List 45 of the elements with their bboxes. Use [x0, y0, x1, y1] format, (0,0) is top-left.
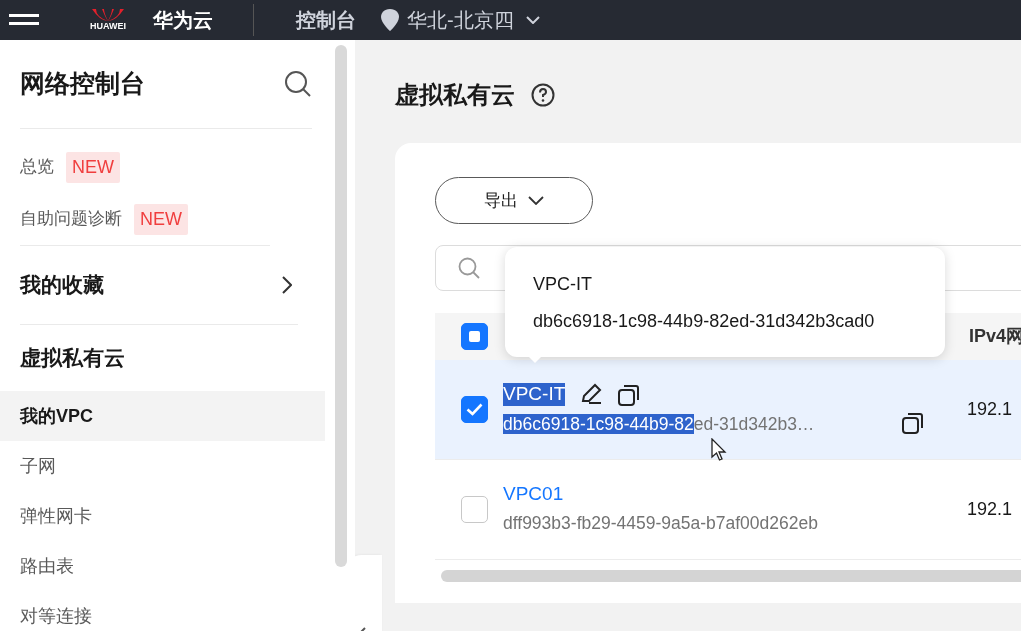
ipv4-cell-text: 192.1	[967, 398, 1013, 421]
edit-icon[interactable]	[579, 382, 604, 407]
horizontal-scrollbar[interactable]	[441, 570, 1021, 582]
nav-item[interactable]: 对等连接	[0, 591, 325, 631]
product-name: 华为云	[153, 9, 213, 31]
new-badge: NEW	[134, 203, 188, 235]
page-title: 虚拟私有云	[395, 80, 515, 110]
vpc-id: dff993b3-fb29-4459-9a5a-b7af00d262eb	[503, 511, 818, 535]
checkbox[interactable]	[461, 396, 488, 423]
cursor-icon	[711, 438, 727, 462]
vpc-name-link[interactable]: VPC01	[503, 482, 564, 506]
checkbox[interactable]	[461, 496, 488, 523]
logo-text: HUAWEI	[90, 20, 126, 32]
nav-item[interactable]: 弹性网卡	[0, 491, 325, 541]
nav-item[interactable]: 子网	[0, 441, 325, 491]
search-icon	[458, 257, 480, 279]
region-selector[interactable]: 华北-北京四	[407, 9, 514, 31]
nav-item[interactable]: 路由表	[0, 541, 325, 591]
console-link[interactable]: 控制台	[296, 9, 356, 31]
search-icon[interactable]	[284, 70, 312, 98]
sidebar-title: 网络控制台	[20, 68, 145, 100]
tooltip-name: VPC-IT	[533, 273, 592, 296]
nav-link[interactable]: 自助问题诊断	[20, 206, 122, 232]
vpc-id: db6c6918-1c98-44b9-82ed-31d342b3…	[503, 412, 815, 436]
checkbox[interactable]	[461, 323, 488, 350]
location-pin-icon	[381, 9, 399, 31]
checkmark-icon	[466, 403, 483, 416]
chevron-right-icon[interactable]	[282, 276, 292, 294]
nav-link[interactable]: 总览	[20, 154, 54, 180]
partial-mark-icon	[469, 331, 480, 342]
vpc-name-link[interactable]: VPC-IT	[503, 382, 566, 406]
section-heading: 虚拟私有云	[20, 345, 125, 372]
ipv4-cell-text: 192.1	[967, 498, 1013, 521]
favorites-heading[interactable]: 我的收藏	[20, 269, 104, 301]
chevron-down-icon[interactable]	[525, 16, 540, 24]
table-row[interactable]: VPC01 dff993b3-fb29-4459-9a5a-b7af00d262eb 192.1	[435, 460, 1021, 560]
export-button[interactable]: 导出	[435, 177, 593, 224]
scrollbar[interactable]	[335, 45, 347, 567]
nav-item[interactable]: 我的VPC	[0, 391, 325, 441]
new-badge: NEW	[66, 151, 120, 183]
table-row[interactable]: VPC-IT db6c6918-1c98-44b9-82ed-31d342b3… 192.1	[435, 360, 1021, 460]
menu-icon[interactable]	[9, 14, 39, 26]
help-icon[interactable]	[531, 83, 555, 107]
caret-icon	[528, 196, 544, 205]
tooltip-id: db6c6918-1c98-44b9-82ed-31d342b3cad0	[533, 310, 875, 333]
